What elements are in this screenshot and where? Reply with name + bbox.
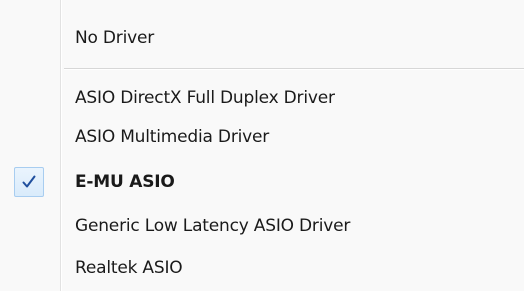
- checkmark-icon: [14, 167, 44, 197]
- menu-item-label: E-MU ASIO: [75, 172, 175, 192]
- driver-context-menu: No Driver ASIO DirectX Full Duplex Drive…: [0, 0, 524, 291]
- menu-item-label: Realtek ASIO: [75, 258, 183, 278]
- menu-item-label: Generic Low Latency ASIO Driver: [75, 216, 351, 236]
- menu-item-asio-multimedia-driver[interactable]: ASIO Multimedia Driver: [0, 118, 524, 156]
- menu-item-label: No Driver: [75, 28, 155, 48]
- menu-separator: [64, 68, 524, 70]
- menu-item-label: ASIO Multimedia Driver: [75, 127, 270, 147]
- menu-item-realtek-asio[interactable]: Realtek ASIO: [0, 249, 524, 287]
- menu-item-label: ASIO DirectX Full Duplex Driver: [75, 88, 335, 108]
- menu-item-asio-directx-full-duplex-driver[interactable]: ASIO DirectX Full Duplex Driver: [0, 79, 524, 117]
- menu-item-no-driver[interactable]: No Driver: [0, 19, 524, 57]
- menu-item-generic-low-latency-asio-driver[interactable]: Generic Low Latency ASIO Driver: [0, 207, 524, 245]
- menu-item-e-mu-asio[interactable]: E-MU ASIO: [0, 163, 524, 201]
